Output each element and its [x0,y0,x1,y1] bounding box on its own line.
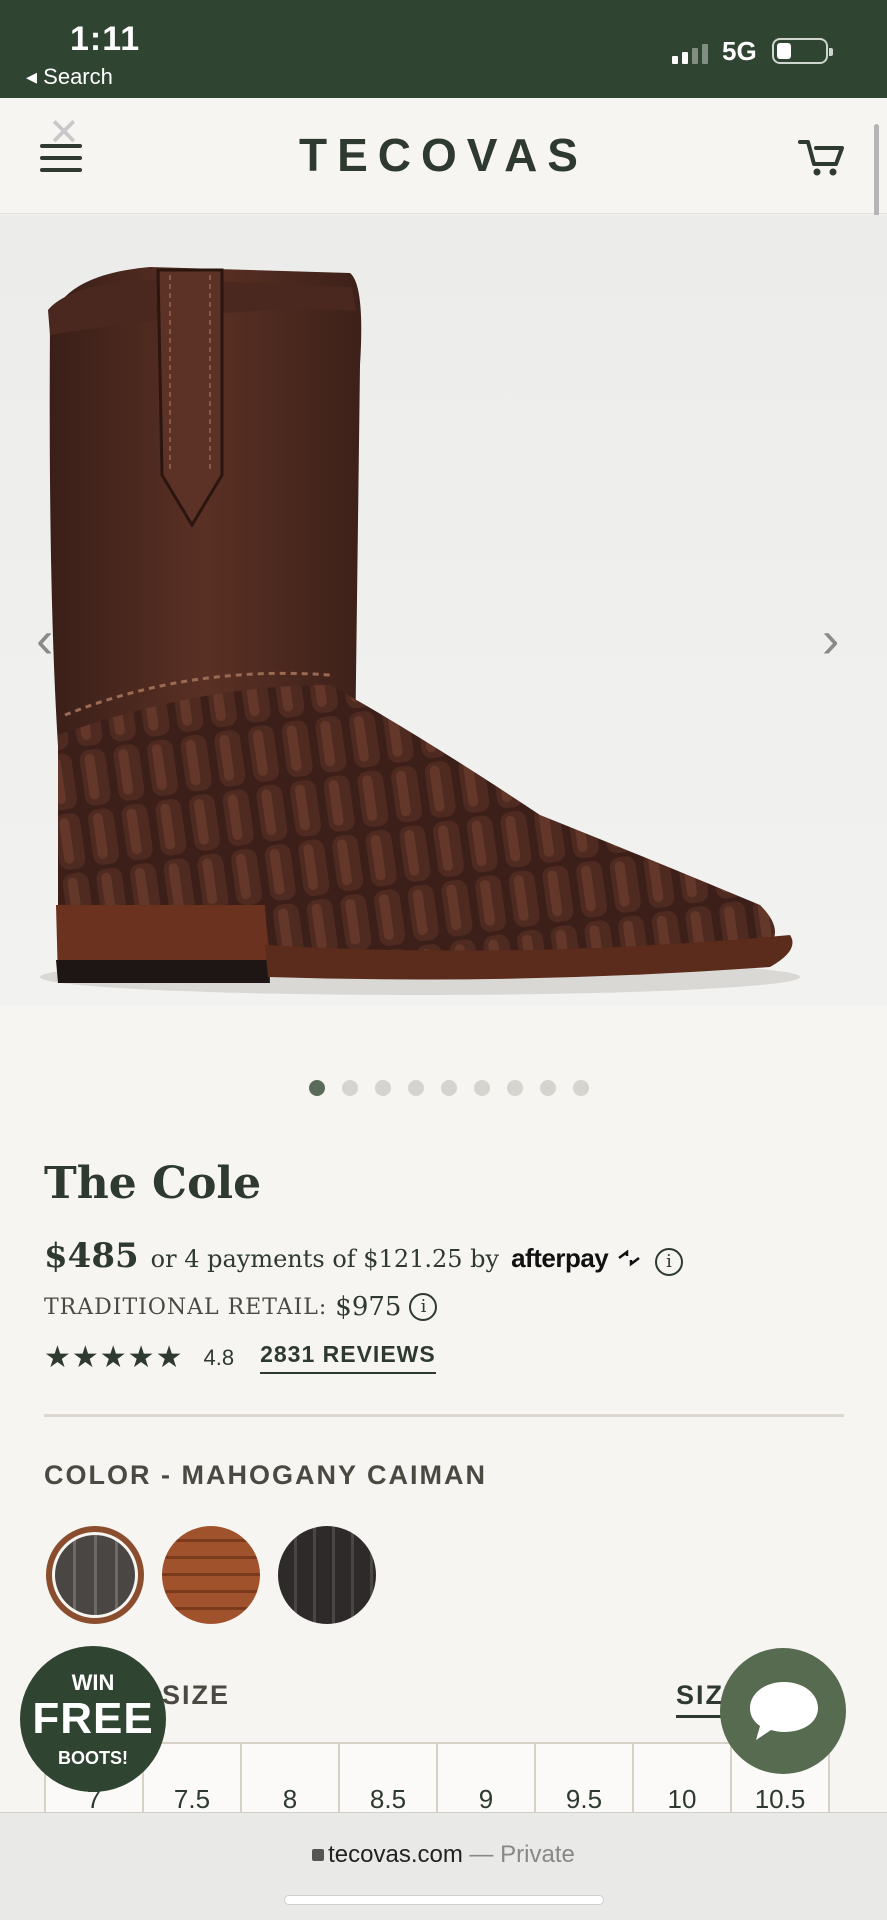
size-option[interactable]: 9 [436,1742,536,1822]
badge-free-text: FREE [32,1694,154,1743]
rating-value: 4.8 [203,1344,235,1370]
gallery-dot[interactable] [506,1080,523,1096]
color-swatches [46,1526,376,1624]
gallery-dot[interactable] [407,1080,424,1096]
size-option[interactable]: 10 [632,1742,732,1822]
gallery-dot[interactable] [572,1080,589,1096]
afterpay-info-icon[interactable]: i [654,1248,683,1276]
gallery-dot[interactable] [473,1080,490,1096]
swatch-black-caiman[interactable] [278,1526,376,1624]
home-indicator[interactable] [284,1895,604,1905]
lock-icon [312,1849,325,1861]
badge-win-text: WIN [71,1670,115,1695]
installment-text: or 4 payments of $121.25 by [150,1245,500,1273]
url-text[interactable]: tecovas.com — Private [0,1841,887,1869]
chat-bubble-icon [750,1682,818,1740]
status-bar: 1:11 ◂ Search 5G [0,0,887,98]
size-label: SIZE [162,1680,231,1710]
afterpay-logo: afterpay [511,1243,643,1274]
retail-value: $975 [335,1292,402,1322]
retail-label: TRADITIONAL RETAIL: [44,1294,328,1320]
swatch-cognac-caiman[interactable] [162,1526,260,1624]
size-option[interactable]: 9.5 [534,1742,634,1822]
network-type: 5G [722,36,757,66]
gallery-dot[interactable] [440,1080,457,1096]
boot-image [40,267,800,995]
reviews-row: ★★★★★ 4.8 2831 REVIEWS [44,1340,436,1375]
site-header: ✕ TECOVAS [0,98,887,214]
divider [44,1414,844,1417]
star-rating-icon: ★★★★★ [44,1341,184,1374]
gallery-dot[interactable] [374,1080,391,1096]
gallery-dot[interactable] [539,1080,556,1096]
reviews-link[interactable]: 2831 REVIEWS [260,1341,436,1374]
retail-info-icon[interactable]: i [409,1293,438,1321]
gallery-pagination [0,1080,887,1096]
color-label: COLOR - MAHOGANY CAIMAN [44,1460,487,1490]
afterpay-arrows-icon [618,1249,640,1267]
status-time: 1:11 [70,20,141,58]
win-free-boots-badge[interactable]: WIN FREE BOOTS! [20,1646,166,1792]
size-option[interactable]: 8.5 [338,1742,438,1822]
retail-price-row: TRADITIONAL RETAIL: $975 i [44,1292,438,1322]
back-to-search-link[interactable]: ◂ Search [26,64,113,90]
browser-address-bar[interactable]: tecovas.com — Private [0,1812,887,1920]
product-price: $485 [44,1236,139,1276]
size-option[interactable]: 8 [240,1742,340,1822]
swatch-mahogany-caiman[interactable] [46,1526,144,1624]
previous-image-arrow-icon[interactable]: ‹ [36,610,53,670]
cart-icon[interactable] [798,136,846,178]
chat-button[interactable] [720,1648,846,1774]
next-image-arrow-icon[interactable]: › [822,610,839,670]
product-title: The Cole [44,1158,262,1209]
battery-icon [772,38,833,64]
gallery-dot[interactable] [341,1080,358,1096]
brand-logo[interactable]: TECOVAS [0,128,887,182]
badge-boots-text: BOOTS! [58,1748,128,1768]
gallery-dot[interactable] [308,1080,325,1096]
product-image-gallery[interactable]: ‹ › [0,215,887,1005]
price-row: $485 or 4 payments of $121.25 by afterpa… [44,1236,683,1276]
signal-icon [672,44,708,64]
